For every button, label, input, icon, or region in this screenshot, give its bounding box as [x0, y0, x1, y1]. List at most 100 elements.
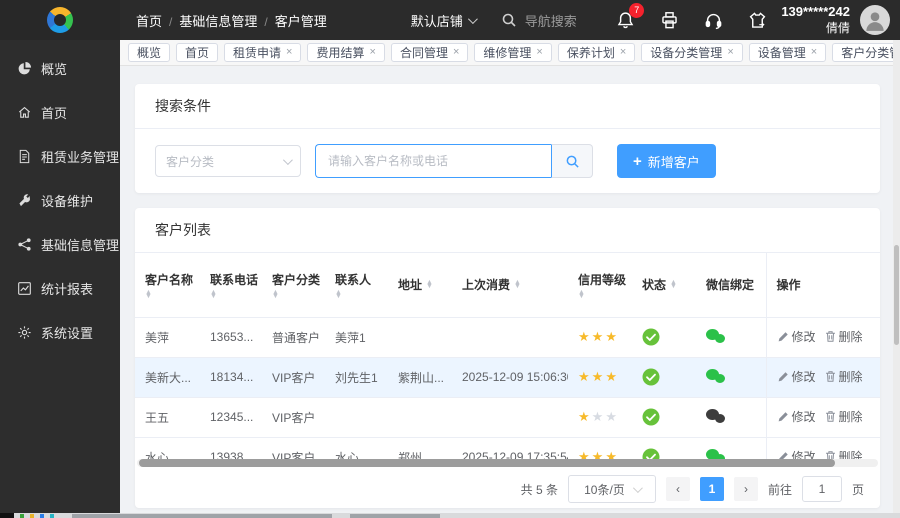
status-check-icon[interactable]: [642, 448, 660, 459]
cell-credit-stars: ★ ★ ★: [568, 397, 632, 438]
pie-chart-icon: [17, 61, 32, 76]
sort-carets-icon[interactable]: ▲ ▼: [335, 289, 384, 300]
theme-skin-icon[interactable]: [747, 10, 767, 30]
tab-fee-settlement[interactable]: 费用结算 ×: [307, 43, 385, 62]
tab-contract-mgmt[interactable]: 合同管理 ×: [390, 43, 469, 62]
user-avatar[interactable]: [860, 5, 890, 35]
delete-button[interactable]: 删除: [824, 448, 863, 459]
status-check-icon[interactable]: [642, 408, 660, 426]
printer-icon[interactable]: [659, 10, 679, 30]
close-icon[interactable]: ×: [370, 47, 376, 58]
status-check-icon[interactable]: [642, 328, 660, 346]
column-header-5[interactable]: 上次消费 ▲ ▼: [452, 253, 568, 318]
tab-device-category-mgmt[interactable]: 设备分类管理 ×: [641, 43, 743, 62]
sidebar-item-basic-info[interactable]: 基础信息管理: [0, 222, 120, 266]
page-size-select[interactable]: 10条/页: [567, 475, 656, 503]
breadcrumb: 首页 / 基础信息管理 / 客户管理: [136, 13, 327, 29]
column-header-4[interactable]: 地址 ▲ ▼: [388, 253, 452, 318]
sort-carets-icon[interactable]: ▲ ▼: [272, 289, 321, 300]
column-header-3[interactable]: 联系人 ▲ ▼: [325, 253, 388, 318]
horizontal-scrollbar[interactable]: [137, 459, 878, 467]
edit-button[interactable]: 修改: [777, 448, 816, 459]
add-customer-button[interactable]: + 新增客户: [617, 144, 716, 178]
column-header-7[interactable]: 状态 ▲ ▼: [632, 253, 696, 318]
table-row[interactable]: 水心 13938... VIP客户 水心 郑州 2025-12-09 17:35:54 ★ ★…: [135, 437, 880, 459]
plus-icon: +: [633, 152, 642, 170]
close-icon[interactable]: ×: [811, 47, 817, 58]
edit-button[interactable]: 修改: [777, 408, 816, 425]
close-icon[interactable]: ×: [620, 47, 626, 58]
tab-device-mgmt[interactable]: 设备管理 ×: [748, 43, 827, 62]
breadcrumb-basic-info[interactable]: 基础信息管理: [179, 14, 257, 29]
close-icon[interactable]: ×: [453, 47, 459, 58]
store-selector[interactable]: 默认店铺: [411, 11, 478, 30]
current-page-button[interactable]: 1: [699, 477, 724, 501]
delete-button[interactable]: 删除: [824, 328, 863, 345]
sort-carets-icon[interactable]: ▲ ▼: [210, 289, 258, 300]
delete-button[interactable]: 删除: [824, 368, 863, 385]
edit-button[interactable]: 修改: [777, 368, 816, 385]
sidebar-item-home[interactable]: 首页: [0, 90, 120, 134]
customer-list-title: 客户列表: [135, 208, 880, 253]
table-row[interactable]: 王五 12345... VIP客户 ★ ★ ★ 修改 删除: [135, 397, 880, 438]
close-icon[interactable]: ×: [286, 47, 292, 58]
sidebar-item-label: 概览: [41, 61, 68, 77]
star-icon: ★: [591, 409, 604, 424]
tab-repair-mgmt[interactable]: 维修管理 ×: [474, 43, 552, 62]
tab-overview[interactable]: 概览: [128, 43, 171, 62]
sidebar-item-overview[interactable]: 概览: [0, 46, 120, 90]
app-logo-icon[interactable]: [47, 7, 73, 33]
sort-carets-icon[interactable]: ▲ ▼: [670, 279, 677, 290]
status-check-icon[interactable]: [642, 368, 660, 386]
table-row[interactable]: 美萍 13653... 普通客户 美萍1 ★ ★ ★ 修改 删除: [135, 317, 880, 358]
sort-carets-icon[interactable]: ▲ ▼: [578, 289, 628, 300]
sidebar-item-equipment-maintenance[interactable]: 设备维护: [0, 178, 120, 222]
star-icon: ★: [578, 409, 590, 424]
keyword-search-button[interactable]: [551, 144, 593, 178]
tab-rental-apply[interactable]: 租赁申请 ×: [224, 43, 302, 62]
sort-carets-icon[interactable]: ▲ ▼: [145, 289, 196, 300]
sort-carets-icon[interactable]: ▲ ▼: [426, 279, 433, 290]
customer-category-placeholder: 客户分类: [166, 154, 215, 169]
close-icon[interactable]: ×: [536, 47, 542, 58]
cell-credit-stars: ★ ★ ★: [568, 357, 632, 398]
cell-contact: [325, 397, 388, 438]
cell-category: VIP客户: [262, 357, 325, 398]
cell-wechat: [696, 397, 766, 438]
tab-customer-category-mgmt[interactable]: 客户分类管理×: [832, 43, 900, 62]
column-header-2[interactable]: 客户分类 ▲ ▼: [262, 253, 325, 318]
headset-support-icon[interactable]: [703, 10, 723, 30]
next-page-button[interactable]: ›: [733, 477, 758, 501]
sidebar-item-rental-business[interactable]: 租赁业务管理: [0, 134, 120, 178]
vertical-scrollbar-thumb[interactable]: [894, 245, 899, 345]
customer-category-select[interactable]: 客户分类: [155, 145, 301, 177]
tab-home[interactable]: 首页: [176, 43, 219, 62]
column-header-0[interactable]: 客户名称 ▲ ▼: [135, 253, 200, 318]
cell-category: VIP客户: [262, 437, 325, 459]
notification-bell-icon[interactable]: 7: [615, 3, 645, 30]
prev-page-button[interactable]: ‹: [665, 477, 690, 501]
column-header-6[interactable]: 信用等级 ▲ ▼: [568, 253, 632, 318]
edit-button[interactable]: 修改: [777, 328, 816, 345]
delete-button[interactable]: 删除: [824, 408, 863, 425]
sidebar-item-statistics-report[interactable]: 统计报表: [0, 266, 120, 310]
table-row[interactable]: 美新大... 18134... VIP客户 刘先生1 紫荆山... 2025-12-09 …: [135, 357, 880, 398]
goto-page-input[interactable]: [801, 476, 842, 502]
horizontal-scrollbar-thumb[interactable]: [139, 459, 835, 467]
taskbar-app-icon: [40, 513, 44, 518]
keyword-search-input[interactable]: [315, 144, 551, 178]
cell-address: 郑州: [388, 437, 452, 459]
sort-carets-icon[interactable]: ▲ ▼: [514, 279, 521, 290]
chart-line-icon: [17, 281, 32, 296]
tab-maintenance-plan[interactable]: 保养计划 ×: [557, 43, 636, 62]
sidebar-item-system-settings[interactable]: 系统设置: [0, 310, 120, 354]
home-icon: [17, 105, 32, 120]
tab-label: 保养计划: [566, 46, 615, 60]
cell-status: [632, 317, 696, 358]
cell-wechat: [696, 357, 766, 398]
nav-search[interactable]: 导航搜索: [501, 11, 577, 30]
vertical-scrollbar[interactable]: [893, 40, 900, 513]
close-icon[interactable]: ×: [727, 47, 733, 58]
column-header-1[interactable]: 联系电话 ▲ ▼: [200, 253, 262, 318]
breadcrumb-home[interactable]: 首页: [136, 14, 162, 29]
